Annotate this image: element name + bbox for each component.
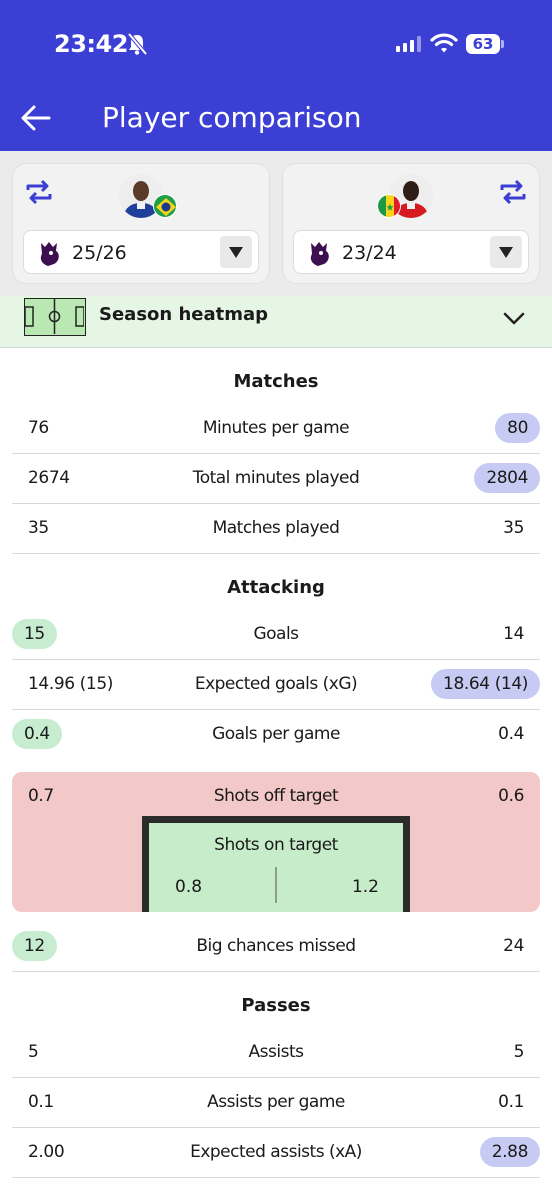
stat-label: Matches played: [212, 518, 340, 538]
chevron-down-icon[interactable]: [220, 236, 252, 268]
stat-label: Goals: [253, 624, 299, 644]
section-title-matches: Matches: [233, 371, 319, 392]
heatmap-label: Season heatmap: [99, 304, 269, 325]
stat-label: Goals per game: [212, 724, 340, 744]
season-value: 23/24: [342, 242, 397, 264]
right-value: 18.64 (14): [431, 669, 540, 699]
battery-level: 63: [466, 34, 500, 54]
app-header: 23:42 63 Player comparison: [0, 0, 552, 151]
brazil-flag-icon: [153, 194, 177, 218]
player-card-left: 25/26: [12, 163, 270, 284]
status-time: 23:42: [54, 30, 128, 58]
stat-row: 5 Assists 5: [12, 1028, 540, 1078]
player-card-right: 23/24: [282, 163, 540, 284]
right-value: 1.2: [351, 877, 379, 897]
stat-label: Shots on target: [214, 835, 338, 855]
premier-league-icon: [310, 242, 329, 266]
stat-label: Total minutes played: [192, 468, 360, 488]
battery-icon: 63: [466, 34, 504, 54]
right-value: 24: [503, 936, 524, 956]
bell-off-icon: [127, 32, 148, 56]
pitch-icon: [24, 298, 86, 336]
stat-label: Big chances missed: [196, 936, 356, 956]
player-cards: 25/26 23/24: [0, 151, 552, 296]
signal-icon: [396, 36, 421, 52]
season-value: 25/26: [72, 242, 127, 264]
season-select-right[interactable]: 23/24: [293, 230, 529, 274]
chevron-down-icon[interactable]: [502, 306, 526, 330]
stat-row: 2674 Total minutes played 2804: [12, 454, 540, 504]
right-value: 0.4: [498, 724, 524, 744]
season-heatmap-toggle[interactable]: Season heatmap: [0, 296, 552, 348]
stat-row: 15 Goals 14: [12, 610, 540, 660]
senegal-flag-icon: [377, 194, 401, 218]
divider: [275, 867, 277, 903]
chevron-down-icon[interactable]: [490, 236, 522, 268]
stat-row: 14.96 (15) Expected goals (xG) 18.64 (14…: [12, 660, 540, 710]
wifi-icon: [430, 33, 458, 53]
right-value: 80: [495, 413, 540, 443]
stat-label: Assists per game: [207, 1092, 345, 1112]
right-value: 2.88: [479, 1137, 540, 1167]
right-value: 2804: [474, 463, 540, 493]
stat-label: Minutes per game: [202, 418, 350, 438]
season-select-left[interactable]: 25/26: [23, 230, 259, 274]
section-title-passes: Passes: [241, 995, 311, 1016]
stat-row: 0.4 Goals per game 0.4: [12, 710, 540, 760]
stat-row: 76 Minutes per game 80: [12, 404, 540, 454]
stat-row: 12 Big chances missed 24: [12, 922, 540, 972]
back-arrow-icon[interactable]: [20, 102, 52, 134]
right-value: 0.1: [498, 1092, 524, 1112]
page-title: Player comparison: [102, 101, 362, 134]
right-value: 5: [513, 1042, 525, 1062]
section-title-attacking: Attacking: [227, 577, 325, 598]
stat-row: 0.1 Assists per game 0.1: [12, 1078, 540, 1128]
stat-label: Shots off target: [213, 786, 339, 806]
stat-row: 2.00 Expected assists (xA) 2.88: [12, 1128, 540, 1178]
premier-league-icon: [40, 242, 59, 266]
goal-frame: Shots on target 0.8 1.2: [142, 816, 410, 912]
swap-player-icon[interactable]: [499, 178, 527, 206]
right-value: 14: [503, 624, 524, 644]
right-value: 35: [503, 518, 524, 538]
stat-label: Expected assists (xA): [190, 1142, 362, 1162]
swap-player-icon[interactable]: [25, 178, 53, 206]
stat-row: 35 Matches played 35: [12, 504, 540, 554]
left-value: 0.8: [175, 877, 203, 897]
right-value: 0.6: [498, 786, 524, 806]
shots-panel: 0.7 Shots off target 0.6 Shots on target…: [12, 772, 540, 912]
stat-label: Assists: [248, 1042, 304, 1062]
